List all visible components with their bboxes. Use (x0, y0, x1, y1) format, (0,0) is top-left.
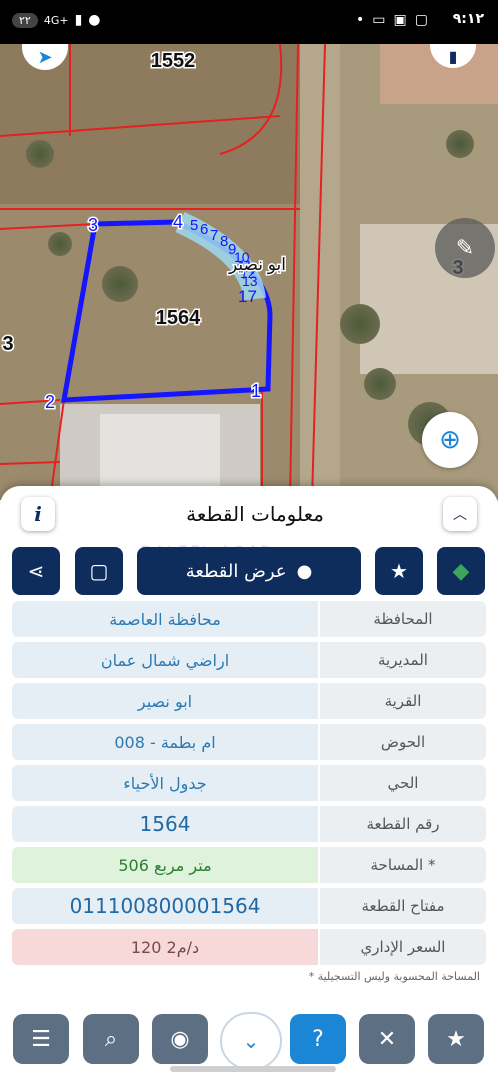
google-maps-icon: ◆ (452, 558, 470, 584)
bottom-nav: ☰ ⌕ ◉ ⌄ ? ✕ ★ (0, 998, 498, 1080)
list-button[interactable]: ☰ (13, 1014, 69, 1064)
polygon-icon: ▢ (89, 559, 109, 583)
search-button[interactable]: ⌕ (83, 1014, 139, 1064)
notification-icons: • ▭ ▣ ▢ (356, 12, 428, 28)
table-row: 011100800001564 مفتاح القطعة (12, 888, 486, 924)
locate-me-button[interactable]: ⊕ (422, 412, 478, 468)
table-row: جدول الأحياء الحي (12, 765, 486, 801)
layers-icon: ▮ (448, 46, 458, 66)
parcel-label-1564: 1564 (156, 307, 201, 329)
plot-number-label: رقم القطعة (320, 806, 486, 842)
clock: ٩:١٢ (452, 11, 484, 27)
view-plot-button[interactable]: عرض القطعة ● (137, 547, 361, 595)
vertex-label-3: 3 (88, 215, 98, 235)
village-value: ابو نصير (12, 683, 318, 719)
vertex-label-4: 4 (173, 212, 183, 232)
share-icon: ⋖ (27, 559, 45, 583)
search-icon: ⌕ (104, 1026, 118, 1052)
neighborhood-value: جدول الأحياء (12, 765, 318, 801)
governorate-value: محافظة العاصمة (12, 601, 318, 637)
panel-title: معلومات القطعة (186, 502, 324, 526)
vertex-label-2: 2 (45, 392, 55, 412)
table-row: اراضي شمال عمان المديرية (12, 642, 486, 678)
chevron-up-icon: ︿ (453, 507, 467, 523)
arc-label: 5 (190, 217, 198, 234)
status-bar: ٢٢ 4G+ ▮ ● • ▭ ▣ ▢ ٩:١٢ (0, 0, 498, 44)
table-row: 506 متر مربع المساحة * (12, 847, 486, 883)
plot-number-value: 1564 (12, 806, 318, 842)
question-pin-icon: ? (312, 1026, 324, 1052)
help-button[interactable]: ? (290, 1014, 346, 1064)
location-pin-button[interactable]: ◉ (152, 1014, 208, 1064)
view-plot-label: عرض القطعة (185, 560, 287, 582)
area-label: المساحة * (320, 847, 486, 883)
vertex-label-1: 1 (251, 381, 261, 401)
home-indicator (170, 1066, 336, 1072)
area-value: 506 متر مربع (12, 847, 318, 883)
plot-key-label: مفتاح القطعة (320, 888, 486, 924)
arc-label: 7 (210, 227, 218, 244)
table-row: محافظة العاصمة المحافظة (12, 601, 486, 637)
village-label: القرية (320, 683, 486, 719)
star-icon: ★ (446, 1026, 466, 1052)
table-row: 120 د/م2 السعر الإداري (12, 929, 486, 965)
favorite-button[interactable]: ★ (375, 547, 423, 595)
navigation-arrow-icon: ➤ (37, 46, 53, 68)
favorites-button[interactable]: ★ (428, 1014, 484, 1064)
location-pin-icon: ◉ (170, 1026, 190, 1052)
measure-button[interactable]: ✕ (359, 1014, 415, 1064)
battery-indicator: ٢٢ (12, 12, 38, 28)
image-icon: ▣ (393, 12, 407, 28)
info-icon: i (34, 502, 42, 526)
parcel-label-left: 3 (2, 333, 13, 355)
pencil-icon: ✎ (455, 235, 475, 261)
area-footnote: * المساحة المحسوبة وليس التسجيلية (308, 970, 480, 983)
crosshair-icon: ⊕ (439, 425, 461, 455)
plot-info-panel: i معلومات القطعة ︿ DALEEL AQAR ⋖ ▢ عرض ا… (0, 486, 498, 1080)
star-icon: ★ (390, 559, 408, 583)
dot-icon: • (356, 12, 365, 28)
plot-info-table: محافظة العاصمة المحافظة اراضي شمال عمان … (12, 601, 486, 970)
google-maps-button[interactable]: ◆ (437, 547, 485, 595)
ruler-icon: ✕ (377, 1026, 397, 1052)
chevron-down-icon: ⌄ (242, 1029, 260, 1053)
status-left: ٢٢ 4G+ ▮ ● (12, 12, 101, 28)
table-row: ام بطمة - 008 الحوض (12, 724, 486, 760)
edit-button[interactable]: ✎ (435, 218, 495, 278)
chat-icon: ▭ (372, 12, 386, 28)
basin-label: الحوض (320, 724, 486, 760)
screen-icon: ▢ (414, 12, 428, 28)
admin-price-value: 120 د/م2 (12, 929, 318, 965)
collapse-button[interactable]: ︿ (443, 497, 477, 531)
area-name-label: ابو نصير (228, 255, 286, 275)
list-icon: ☰ (31, 1026, 51, 1052)
map-view[interactable]: 1552 1564 3 3 1 2 3 4 5 6 7 8 9 10 11 12… (0, 44, 498, 500)
map-pin-icon: ● (296, 560, 313, 582)
location-icon: ● (88, 12, 101, 28)
table-row: 1564 رقم القطعة (12, 806, 486, 842)
table-row: ابو نصير القرية (12, 683, 486, 719)
basin-value: ام بطمة - 008 (12, 724, 318, 760)
parcel-label-1552: 1552 (151, 50, 196, 72)
neighborhood-label: الحي (320, 765, 486, 801)
shape-button[interactable]: ▢ (75, 547, 123, 595)
directorate-value: اراضي شمال عمان (12, 642, 318, 678)
arc-label: 17 (238, 287, 257, 306)
plot-key-value: 011100800001564 (12, 888, 318, 924)
expand-button[interactable]: ⌄ (220, 1012, 282, 1070)
share-button[interactable]: ⋖ (12, 547, 60, 595)
governorate-label: المحافظة (320, 601, 486, 637)
admin-price-label: السعر الإداري (320, 929, 486, 965)
signal-icon: ▮ (74, 12, 83, 28)
directorate-label: المديرية (320, 642, 486, 678)
arc-label: 6 (200, 221, 208, 238)
info-button[interactable]: i (21, 497, 55, 531)
network-label: 4G+ (43, 13, 69, 27)
